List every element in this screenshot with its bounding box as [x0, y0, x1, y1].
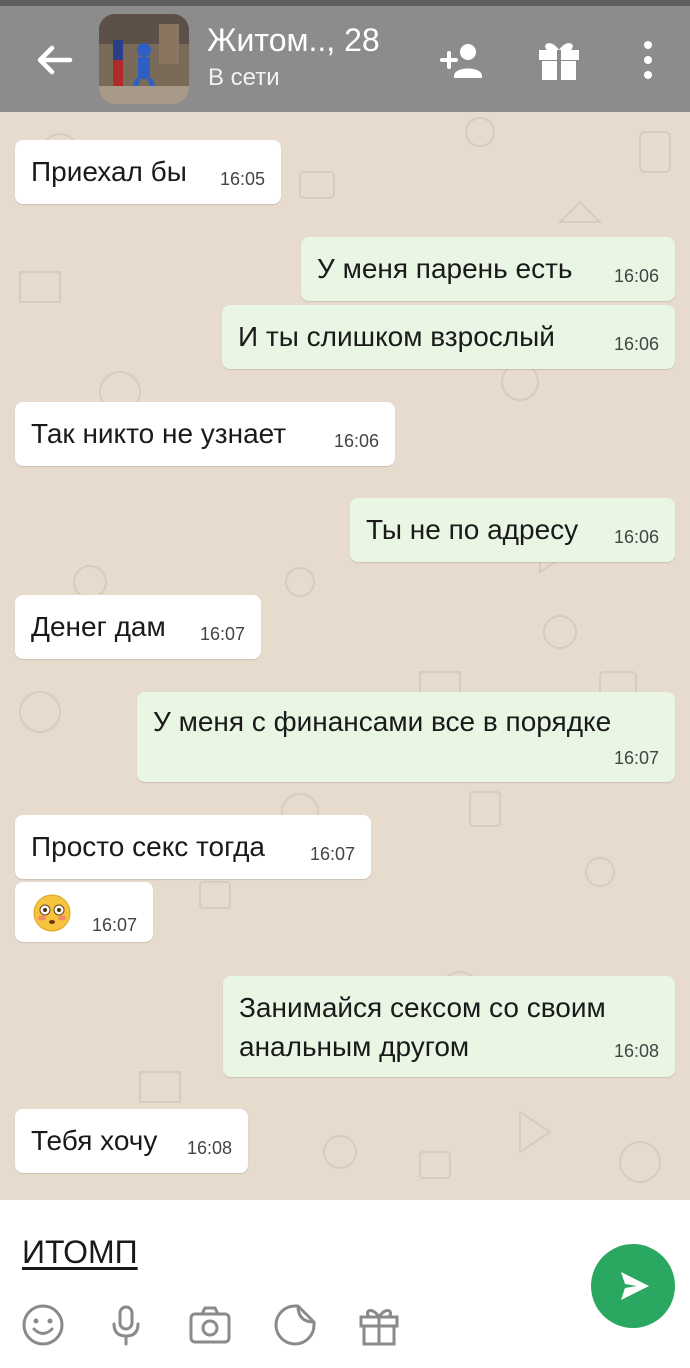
chat-header: Житом.., 28 В сети — [0, 6, 690, 112]
message-outgoing[interactable]: Ты не по адресу 16:06 — [350, 498, 675, 562]
camera-icon[interactable] — [187, 1302, 233, 1348]
sticker-icon[interactable] — [272, 1302, 318, 1348]
smile-icon[interactable] — [20, 1302, 66, 1348]
chat-title[interactable]: Житом.., 28 — [207, 22, 380, 59]
message-time: 16:06 — [613, 266, 659, 286]
message-incoming[interactable]: Просто секс тогда 16:07 — [15, 815, 371, 879]
message-text: И ты слишком взрослый — [238, 321, 555, 352]
message-time: 16:06 — [613, 527, 659, 547]
message-text: У меня с финансами все в порядке — [153, 706, 612, 737]
gift-icon[interactable] — [356, 1302, 402, 1348]
message-incoming[interactable]: 😳 16:07 — [15, 882, 153, 942]
message-time: 16:08 — [613, 1041, 659, 1061]
message-time: 16:07 — [91, 915, 137, 935]
message-time: 16:08 — [186, 1138, 232, 1158]
online-status: В сети — [208, 64, 280, 91]
back-arrow-icon[interactable] — [30, 36, 78, 84]
gift-icon[interactable] — [533, 34, 585, 86]
message-incoming[interactable]: Денег дам 16:07 — [15, 595, 261, 659]
message-input[interactable]: ИТОМП — [22, 1234, 138, 1271]
avatar[interactable] — [99, 14, 189, 104]
message-text: Так никто не узнает — [31, 418, 287, 449]
message-outgoing[interactable]: У меня парень есть 16:06 — [301, 237, 675, 301]
message-time: 16:06 — [333, 431, 379, 451]
message-text: Денег дам — [31, 611, 166, 642]
message-text-line: анальным другом — [239, 1031, 470, 1062]
send-icon — [621, 1272, 649, 1300]
message-time: 16:06 — [613, 334, 659, 354]
avatar-photo-icon — [99, 14, 189, 104]
send-button[interactable] — [591, 1244, 675, 1328]
more-vertical-icon[interactable] — [622, 34, 674, 86]
message-outgoing[interactable]: Занимайся сексом со своим анальным друго… — [223, 976, 675, 1077]
message-incoming[interactable]: Так никто не узнает 16:06 — [15, 402, 395, 466]
message-composer: ИТОМП — [0, 1200, 690, 1368]
message-time: 16:07 — [309, 844, 355, 864]
message-time: 16:07 — [199, 624, 245, 644]
message-time: 16:07 — [613, 748, 659, 768]
add-person-icon[interactable] — [434, 34, 486, 86]
message-text-line: Занимайся сексом со своим — [239, 992, 606, 1023]
message-text: У меня парень есть — [317, 253, 573, 284]
message-incoming[interactable]: Приехал бы 16:05 — [15, 140, 281, 204]
message-incoming[interactable]: Тебя хочу 16:08 — [15, 1109, 248, 1173]
message-outgoing[interactable]: У меня с финансами все в порядке 16:07 — [137, 692, 675, 782]
flushed-emoji-icon — [33, 894, 71, 937]
message-outgoing[interactable]: И ты слишком взрослый 16:06 — [222, 305, 675, 369]
message-time: 16:05 — [219, 169, 265, 189]
message-text: Просто секс тогда — [31, 831, 265, 862]
message-text: Ты не по адресу — [366, 514, 579, 545]
chat-area[interactable]: Приехал бы 16:05 У меня парень есть 16:0… — [0, 112, 690, 1200]
microphone-icon[interactable] — [103, 1302, 149, 1348]
message-text: Приехал бы — [31, 156, 187, 187]
message-text: Тебя хочу — [31, 1125, 158, 1156]
